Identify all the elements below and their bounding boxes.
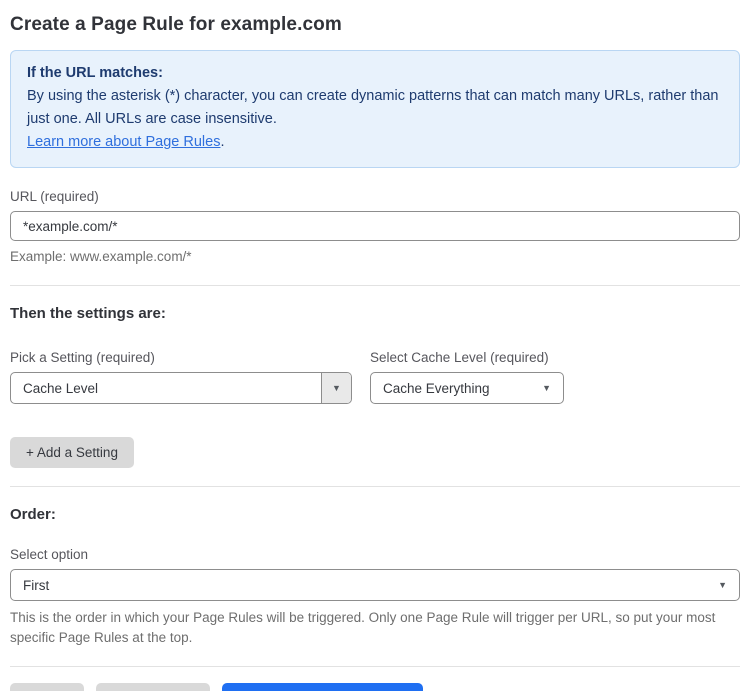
cache-level-arrow-cell: ▼ bbox=[542, 382, 563, 393]
order-select-arrow-cell: ▼ bbox=[718, 579, 739, 590]
url-match-info-box: If the URL matches: By using the asteris… bbox=[10, 50, 740, 168]
save-and-deploy-button[interactable]: Save and Deploy Page Rule bbox=[221, 683, 424, 691]
info-box-body: By using the asterisk (*) character, you… bbox=[27, 88, 719, 127]
url-input[interactable] bbox=[10, 211, 740, 241]
url-field-label: URL (required) bbox=[10, 189, 99, 204]
setting-select-value: Cache Level bbox=[23, 380, 99, 396]
divider-footer bbox=[10, 666, 740, 667]
setting-select[interactable]: Cache Level ▼ bbox=[10, 372, 352, 404]
chevron-down-icon: ▼ bbox=[718, 579, 727, 590]
settings-row: Pick a Setting (required) Cache Level ▼ … bbox=[10, 350, 740, 404]
url-example-text: Example: www.example.com/* bbox=[10, 249, 192, 264]
cancel-button[interactable]: Cancel bbox=[10, 683, 85, 691]
order-select[interactable]: First ▼ bbox=[10, 569, 740, 601]
order-help-text: This is the order in which your Page Rul… bbox=[10, 610, 716, 645]
cache-level-select-value: Cache Everything bbox=[383, 380, 490, 396]
link-suffix: . bbox=[220, 134, 225, 150]
info-box-link-line: Learn more about Page Rules. bbox=[27, 131, 723, 154]
settings-section-heading: Then the settings are: bbox=[10, 305, 166, 322]
cache-level-select-group: Select Cache Level (required) Cache Ever… bbox=[370, 350, 564, 404]
order-select-value: First bbox=[23, 577, 50, 593]
chevron-down-icon: ▼ bbox=[332, 382, 341, 393]
order-select-label: Select option bbox=[10, 547, 89, 562]
divider-order bbox=[10, 486, 740, 487]
learn-more-link[interactable]: Learn more about Page Rules bbox=[27, 134, 220, 150]
info-box-heading: If the URL matches: bbox=[27, 65, 163, 81]
add-setting-button[interactable]: + Add a Setting bbox=[10, 437, 134, 468]
page-title: Create a Page Rule for example.com bbox=[10, 14, 342, 35]
setting-select-group: Pick a Setting (required) Cache Level ▼ bbox=[10, 350, 352, 404]
divider-settings bbox=[10, 285, 740, 286]
cache-level-select-label: Select Cache Level (required) bbox=[370, 350, 549, 365]
save-as-draft-button[interactable]: Save as Draft bbox=[96, 683, 210, 691]
cache-level-select[interactable]: Cache Everything ▼ bbox=[370, 372, 564, 404]
page-rule-form: Create a Page Rule for example.com If th… bbox=[0, 0, 750, 691]
setting-select-label: Pick a Setting (required) bbox=[10, 350, 155, 365]
order-section-heading: Order: bbox=[10, 506, 56, 523]
chevron-down-icon: ▼ bbox=[542, 382, 551, 393]
setting-select-arrow-cell[interactable]: ▼ bbox=[321, 373, 351, 403]
footer-actions: Cancel Save as Draft Save and Deploy Pag… bbox=[10, 683, 740, 691]
